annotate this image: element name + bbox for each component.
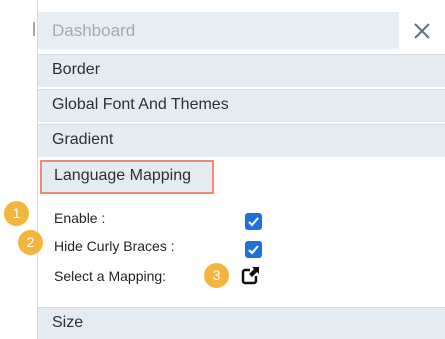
hide-curly-braces-checkbox[interactable] — [245, 241, 262, 258]
section-border[interactable]: Border — [38, 54, 445, 87]
section-language-mapping-label: Language Mapping — [54, 167, 192, 184]
checkmark-icon — [248, 217, 259, 227]
section-language-mapping[interactable]: Language Mapping — [40, 160, 214, 194]
callout-badge-1: 1 — [4, 201, 29, 226]
select-mapping-label: Select a Mapping: — [54, 268, 167, 284]
callout-badge-3: 3 — [204, 263, 229, 288]
enable-label: Enable : — [54, 210, 106, 226]
section-size[interactable]: Size — [38, 307, 445, 339]
section-global-font[interactable]: Global Font And Themes — [38, 89, 445, 122]
section-global-font-label: Global Font And Themes — [52, 96, 229, 113]
callout-badge-2: 2 — [18, 230, 43, 255]
close-button[interactable] — [399, 12, 445, 49]
select-mapping-button[interactable] — [241, 265, 261, 285]
section-border-label: Border — [52, 61, 101, 78]
panel-title: Dashboard — [52, 21, 136, 40]
enable-checkbox[interactable] — [245, 213, 262, 230]
properties-panel: Dashboard Border Global Font And Themes … — [38, 12, 445, 339]
section-size-label: Size — [52, 314, 84, 331]
hide-curly-braces-label: Hide Curly Braces : — [54, 238, 175, 254]
checkmark-icon — [248, 245, 259, 255]
section-gradient-label: Gradient — [52, 131, 114, 148]
external-link-icon — [241, 267, 259, 285]
resize-handle[interactable] — [33, 22, 35, 36]
section-gradient[interactable]: Gradient — [38, 124, 445, 157]
close-icon — [414, 22, 430, 39]
panel-header: Dashboard — [38, 12, 445, 49]
